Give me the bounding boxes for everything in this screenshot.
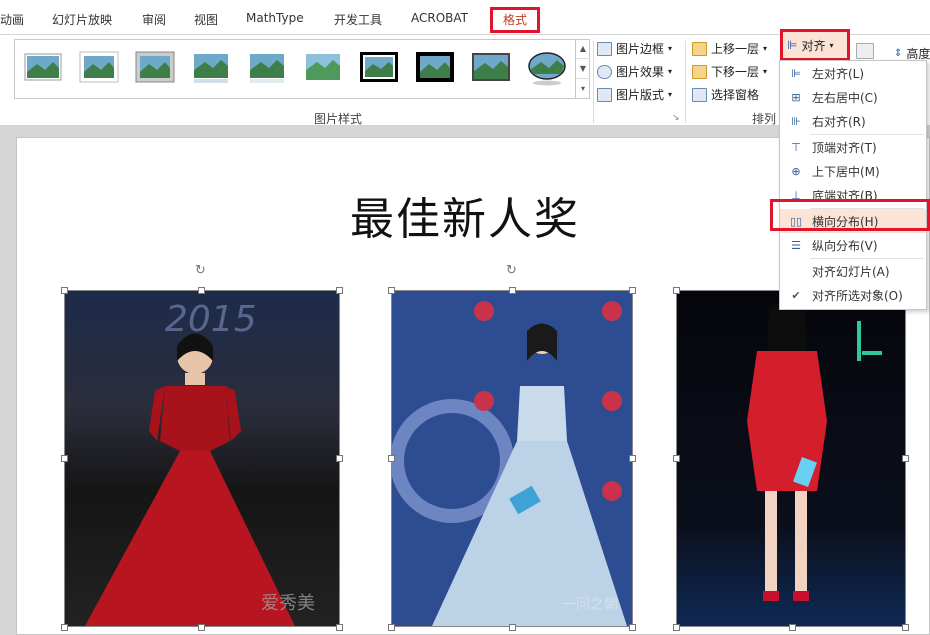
picture-styles-gallery xyxy=(14,39,590,99)
gallery-down-button[interactable]: ▼ xyxy=(576,59,590,79)
tab-acrobat[interactable]: ACROBAT xyxy=(411,11,468,25)
menu-item-align-top[interactable]: ⊤ 顶端对齐(T) xyxy=(780,135,926,159)
tab-review[interactable]: 审阅 xyxy=(142,11,166,28)
align-right-icon: ⊪ xyxy=(791,114,801,128)
resize-handle[interactable] xyxy=(61,624,68,631)
menu-item-align-selected-objects[interactable]: ✔ 对齐所选对象(O) xyxy=(780,283,926,307)
resize-handle[interactable] xyxy=(336,455,343,462)
resize-handle[interactable] xyxy=(61,287,68,294)
resize-handle[interactable] xyxy=(61,455,68,462)
send-backward-icon xyxy=(692,64,707,79)
rotate-handle-icon[interactable]: ↻ xyxy=(195,263,206,278)
tab-animation[interactable]: 动画 xyxy=(0,11,24,28)
picture-layout-icon xyxy=(597,87,612,102)
gallery-scroll: ▲ ▼ ▾ xyxy=(575,39,590,99)
menu-item-align-to-slide[interactable]: 对齐幻灯片(A) xyxy=(780,259,926,283)
align-left-icon: ⊫ xyxy=(791,66,801,80)
picture-effects-icon xyxy=(597,64,612,79)
picture-layout-button[interactable]: 图片版式 ▾ xyxy=(597,86,672,103)
resize-handle[interactable] xyxy=(198,287,205,294)
photo-actress-3[interactable] xyxy=(676,290,906,627)
menu-item-align-center[interactable]: ⊞ 左右居中(C) xyxy=(780,85,926,109)
style-thumb-8[interactable] xyxy=(415,50,455,86)
align-center-icon: ⊞ xyxy=(791,90,801,104)
resize-handle[interactable] xyxy=(629,624,636,631)
resize-handle[interactable] xyxy=(902,455,909,462)
photo-red-dress-image xyxy=(747,301,882,601)
group-separator xyxy=(593,41,594,123)
style-thumb-4[interactable] xyxy=(191,50,231,86)
group-label-picture-styles: 图片样式 xyxy=(314,112,363,126)
photo-actress-1[interactable]: 2015 爱秀美 xyxy=(64,290,340,627)
crop-icon xyxy=(856,43,874,59)
align-icon: ⊫ xyxy=(787,38,798,52)
bring-forward-icon xyxy=(692,41,707,56)
resize-handle[interactable] xyxy=(509,624,516,631)
style-thumb-9[interactable] xyxy=(471,50,511,86)
resize-handle[interactable] xyxy=(388,624,395,631)
watermark-text: 一问之朝 xyxy=(562,597,618,613)
resize-handle[interactable] xyxy=(902,624,909,631)
resize-handle[interactable] xyxy=(336,287,343,294)
style-thumb-3[interactable] xyxy=(135,50,175,86)
picture-border-icon xyxy=(597,41,612,56)
picture-border-button[interactable]: 图片边框 ▾ xyxy=(597,40,672,57)
dialog-launcher-icon[interactable]: ↘ xyxy=(672,113,680,123)
style-thumb-6[interactable] xyxy=(303,50,343,86)
resize-handle[interactable] xyxy=(336,624,343,631)
distribute-vertical-icon: ☰ xyxy=(791,238,801,252)
watermark-text: 爱秀美 xyxy=(261,593,315,614)
height-icon: ⇕ xyxy=(894,48,903,59)
annotation-highlight-box xyxy=(770,199,930,231)
resize-handle[interactable] xyxy=(629,455,636,462)
menu-item-align-left[interactable]: ⊫ 左对齐(L) xyxy=(780,61,926,85)
resize-handle[interactable] xyxy=(388,455,395,462)
group-separator xyxy=(685,41,686,123)
send-backward-button[interactable]: 下移一层 ▾ xyxy=(692,63,767,80)
resize-handle[interactable] xyxy=(789,624,796,631)
tab-slideshow[interactable]: 幻灯片放映 xyxy=(52,11,112,28)
resize-handle[interactable] xyxy=(673,455,680,462)
tab-mathtype[interactable]: MathType xyxy=(246,11,304,25)
resize-handle[interactable] xyxy=(198,624,205,631)
align-middle-icon: ⊕ xyxy=(791,164,801,178)
checkmark-icon: ✔ xyxy=(791,288,801,302)
picture-effects-button[interactable]: 图片效果 ▾ xyxy=(597,63,672,80)
photo-blue-gown-image: 一问之朝 xyxy=(390,301,627,626)
style-thumb-1[interactable] xyxy=(23,50,63,86)
resize-handle[interactable] xyxy=(673,624,680,631)
style-thumb-7[interactable] xyxy=(359,50,399,86)
menu-item-align-right[interactable]: ⊪ 右对齐(R) xyxy=(780,109,926,133)
gallery-more-button[interactable]: ▾ xyxy=(576,79,590,99)
align-dropdown-menu: ⊫ 左对齐(L) ⊞ 左右居中(C) ⊪ 右对齐(R) ⊤ 顶端对齐(T) ⊕ 上下居中(… xyxy=(779,60,927,310)
tab-view[interactable]: 视图 xyxy=(194,11,218,28)
resize-handle[interactable] xyxy=(629,287,636,294)
resize-handle[interactable] xyxy=(509,287,516,294)
menu-item-align-middle[interactable]: ⊕ 上下居中(M) xyxy=(780,159,926,183)
style-thumb-2[interactable] xyxy=(79,50,119,86)
menu-item-distribute-vertically[interactable]: ☰ 纵向分布(V) xyxy=(780,233,926,257)
tab-developer[interactable]: 开发工具 xyxy=(334,11,382,28)
svg-text:2015: 2015 xyxy=(165,299,257,340)
style-thumb-5[interactable] xyxy=(247,50,287,86)
resize-handle[interactable] xyxy=(388,287,395,294)
resize-handle[interactable] xyxy=(673,287,680,294)
tab-format[interactable]: 格式 xyxy=(490,7,540,33)
bring-forward-button[interactable]: 上移一层 ▾ xyxy=(692,40,767,57)
selection-pane-button[interactable]: 选择窗格 xyxy=(692,86,759,103)
style-thumb-10[interactable] xyxy=(527,50,567,86)
rotate-handle-icon[interactable]: ↻ xyxy=(506,263,517,278)
gallery-up-button[interactable]: ▲ xyxy=(576,39,590,59)
align-button[interactable]: ⊫ 对齐 ▾ xyxy=(780,29,850,61)
photo-red-gown-image: 2015 爱秀美 xyxy=(85,299,315,626)
photo-actress-2[interactable]: 一问之朝 xyxy=(390,290,633,627)
crop-button[interactable] xyxy=(856,43,874,59)
align-top-icon: ⊤ xyxy=(791,140,801,154)
selection-pane-icon xyxy=(692,87,707,102)
group-label-arrange: 排列 xyxy=(752,112,777,126)
